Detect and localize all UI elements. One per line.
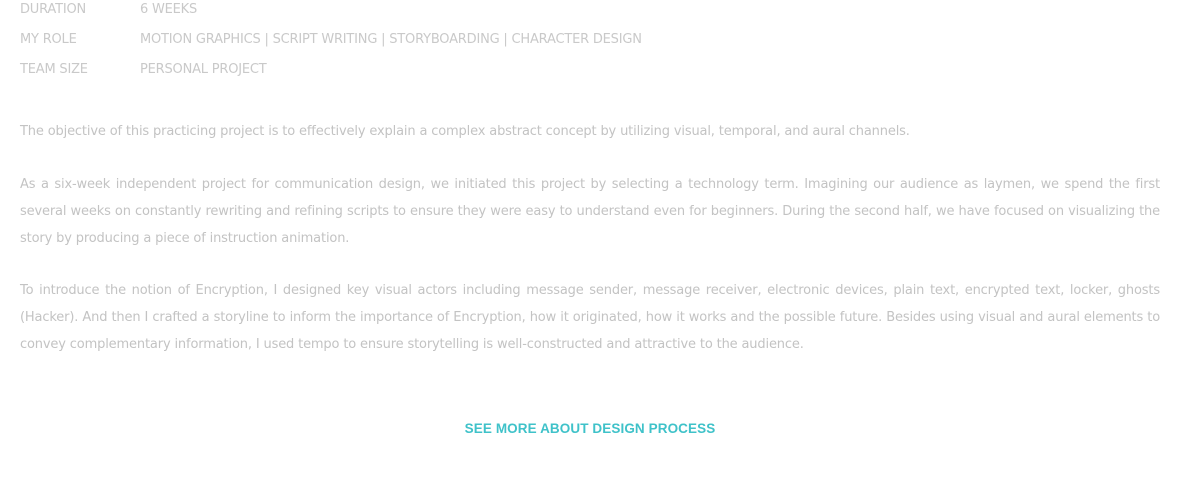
project-meta: DURATION 6 WEEKS MY ROLE MOTION GRAPHICS… <box>20 0 1160 90</box>
meta-row-role: MY ROLE MOTION GRAPHICS | SCRIPT WRITING… <box>20 27 1160 57</box>
meta-value: PERSONAL PROJECT <box>140 62 267 77</box>
meta-row-team-size: TEAM SIZE PERSONAL PROJECT <box>20 57 1160 87</box>
meta-row-duration: DURATION 6 WEEKS <box>20 0 1160 27</box>
see-more-design-process-link[interactable]: SEE MORE ABOUT DESIGN PROCESS <box>465 418 716 440</box>
meta-label: TEAM SIZE <box>20 62 88 77</box>
meta-value: 6 WEEKS <box>140 2 198 17</box>
project-detail-section: DURATION 6 WEEKS MY ROLE MOTION GRAPHICS… <box>0 0 1180 500</box>
cta-container: SEE MORE ABOUT DESIGN PROCESS <box>0 418 1180 440</box>
paragraph-process: As a six-week independent project for co… <box>20 177 1160 246</box>
meta-value: MOTION GRAPHICS | SCRIPT WRITING | STORY… <box>140 32 642 47</box>
meta-label: MY ROLE <box>20 32 77 47</box>
meta-label: DURATION <box>20 2 87 17</box>
paragraph-objective: The objective of this practicing project… <box>20 124 910 139</box>
paragraph-encryption: To introduce the notion of Encryption, I… <box>20 283 1160 352</box>
project-description: The objective of this practicing project… <box>20 118 1160 383</box>
